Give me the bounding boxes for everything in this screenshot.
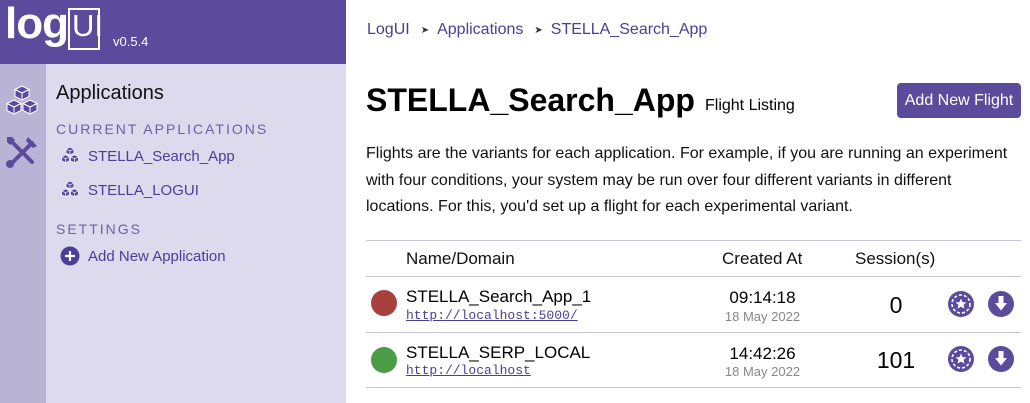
breadcrumb-item-applications[interactable]: Applications [437,21,523,39]
token-icon[interactable] [947,290,975,318]
session-count: 0 [889,292,903,318]
page-description: Flights are the variants for each applic… [366,145,1008,215]
download-icon[interactable] [987,290,1015,318]
column-header-name-domain: Name/Domain [406,249,515,268]
version-label: v0.5.4 [113,34,149,49]
flight-name: STELLA_SERP_LOCAL [406,343,591,362]
status-indicator [371,347,397,373]
page-subtitle: Flight Listing [705,97,795,114]
table-divider [366,387,1021,388]
main-content: LogUI ➤ Applications ➤ STELLA_Search_App… [346,0,1030,403]
add-new-flight-button[interactable]: Add New Flight [897,83,1021,118]
created-date: 18 May 2022 [724,364,801,379]
logo-text: log [5,0,69,48]
flight-name: STELLA_Search_App_1 [406,287,592,306]
breadcrumb: LogUI ➤ Applications ➤ STELLA_Search_App [367,21,707,39]
cubes-icon[interactable] [4,84,40,120]
chevron-right-icon: ➤ [534,24,543,36]
flight-url-link[interactable]: http://localhost:5000/ [406,308,578,323]
logo-boxed-text: UI [72,8,103,43]
column-header-sessions: Session(s) [855,249,936,268]
cubes-icon [60,146,80,166]
table-divider [366,276,1021,277]
sidebar-item-label: STELLA_LOGUI [88,181,199,199]
status-indicator [371,290,397,316]
breadcrumb-item-logui[interactable]: LogUI [367,21,410,39]
sidebar-item-stella-search-app[interactable]: STELLA_Search_App [60,145,235,167]
sidebar-item-stella-logui[interactable]: STELLA_LOGUI [60,179,199,201]
column-header-created-at: Created At [722,249,803,268]
tools-icon[interactable] [4,134,40,170]
cubes-icon [60,180,80,200]
brand-header: log UI v0.5.4 [0,0,346,64]
session-count: 101 [876,347,916,373]
table-divider [366,240,1021,241]
download-icon[interactable] [987,345,1015,373]
token-icon[interactable] [947,345,975,373]
section-heading-settings: SETTINGS [56,221,143,237]
created-time: 09:14:18 [729,288,796,307]
table-divider [366,332,1021,333]
icon-bar [0,64,46,403]
sidebar-title: Applications [56,82,164,104]
page-title: STELLA_Search_App [366,82,695,118]
sidebar-item-label: Add New Application [88,247,226,265]
breadcrumb-item-current-app[interactable]: STELLA_Search_App [551,21,708,39]
sidebar-item-label: STELLA_Search_App [88,147,235,165]
section-heading-current-applications: CURRENT APPLICATIONS [56,121,269,137]
created-time: 14:42:26 [729,344,796,363]
chevron-right-icon: ➤ [420,24,430,36]
plus-circle-icon [60,246,80,266]
sidebar-item-add-new-application[interactable]: Add New Application [60,245,226,267]
sidebar: log UI v0.5.4 Applications CURRENT APPLI… [0,0,346,403]
flight-url-link[interactable]: http://localhost [406,363,531,378]
created-date: 18 May 2022 [724,309,801,324]
